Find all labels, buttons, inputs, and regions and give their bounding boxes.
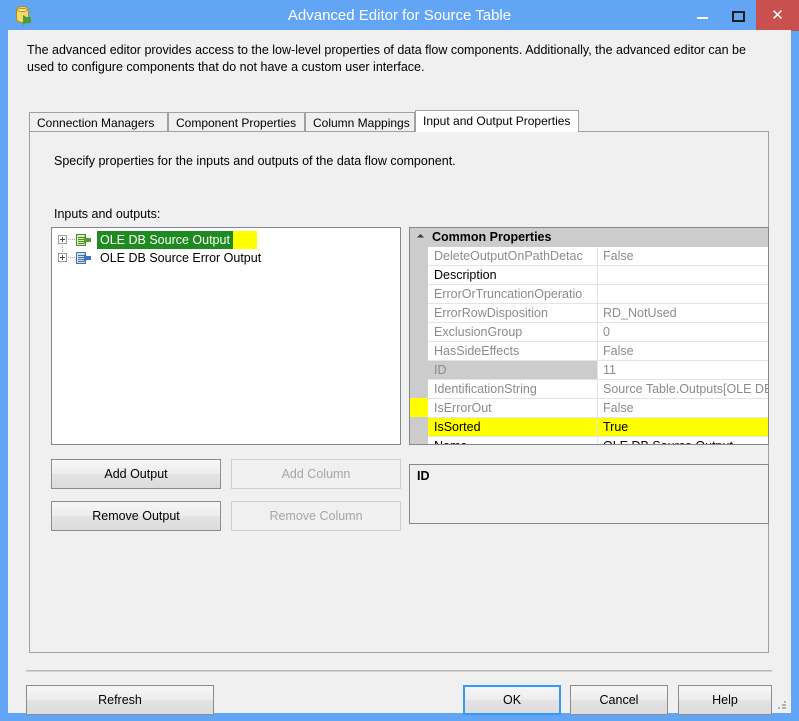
property-value[interactable] — [598, 266, 769, 284]
property-row[interactable]: DeleteOutputOnPathDetac False — [428, 247, 769, 266]
dialog-client-area: The advanced editor provides access to t… — [8, 30, 791, 713]
tree-connector-line — [68, 239, 75, 240]
property-name: HasSideEffects — [428, 342, 598, 360]
maximize-icon — [732, 11, 745, 22]
tree-vertical-line — [62, 243, 63, 253]
tab-connection-managers[interactable]: Connection Managers — [29, 112, 168, 132]
property-name: ErrorRowDisposition — [428, 304, 598, 322]
ok-button[interactable]: OK — [463, 685, 561, 715]
property-name: DeleteOutputOnPathDetac — [428, 247, 598, 265]
property-name: ExclusionGroup — [428, 323, 598, 341]
property-row[interactable]: Name OLE DB Source Output — [428, 437, 769, 445]
property-name: Name — [428, 437, 598, 445]
title-bar: Advanced Editor for Source Table ✕ — [0, 0, 799, 31]
property-value[interactable]: OLE DB Source Output — [598, 437, 769, 445]
output-green-icon — [76, 234, 93, 246]
property-value[interactable]: RD_NotUsed — [598, 304, 769, 322]
advanced-editor-window: Advanced Editor for Source Table ✕ The a… — [0, 0, 799, 721]
property-name: ID — [428, 361, 598, 379]
tab-strip: Connection Managers Component Properties… — [29, 110, 769, 132]
property-row[interactable]: IsErrorOut False — [428, 399, 769, 418]
remove-output-button[interactable]: Remove Output — [51, 501, 221, 531]
property-row[interactable]: Description — [428, 266, 769, 285]
cancel-button[interactable]: Cancel — [570, 685, 668, 715]
property-value[interactable]: 0 — [598, 323, 769, 341]
property-row[interactable]: ExclusionGroup 0 — [428, 323, 769, 342]
add-output-button[interactable]: Add Output — [51, 459, 221, 489]
intro-text: The advanced editor provides access to t… — [27, 42, 772, 76]
tab-input-and-output-properties[interactable]: Input and Output Properties — [415, 110, 579, 132]
property-grid[interactable]: Common Properties DeleteOutputOnPathDeta… — [409, 227, 769, 445]
property-name: ErrorOrTruncationOperatio — [428, 285, 598, 303]
add-column-button: Add Column — [231, 459, 401, 489]
property-value[interactable]: False — [598, 342, 769, 360]
property-value[interactable]: 11 — [598, 361, 769, 379]
tab-column-mappings[interactable]: Column Mappings — [305, 112, 415, 132]
output-blue-icon — [76, 252, 93, 264]
property-description-title: ID — [417, 469, 430, 483]
property-category-label: Common Properties — [432, 228, 551, 247]
property-row[interactable]: ErrorRowDisposition RD_NotUsed — [428, 304, 769, 323]
property-row[interactable]: HasSideEffects False — [428, 342, 769, 361]
tab-component-properties[interactable]: Component Properties — [168, 112, 305, 132]
minimize-icon — [697, 17, 708, 19]
tree-connector-line — [68, 257, 75, 258]
property-category-header[interactable]: Common Properties — [410, 228, 768, 247]
property-name: IsSorted — [428, 418, 598, 436]
property-gutter-highlight — [410, 398, 428, 417]
window-title: Advanced Editor for Source Table — [0, 0, 799, 31]
tree-node-label: OLE DB Source Output — [97, 231, 233, 249]
property-name: IdentificationString — [428, 380, 598, 398]
property-value[interactable] — [598, 285, 769, 303]
inputs-outputs-label: Inputs and outputs: — [54, 207, 160, 221]
property-value[interactable]: False — [598, 247, 769, 265]
footer-separator — [26, 670, 772, 672]
property-value[interactable]: Source Table.Outputs[OLE DB Sour — [598, 380, 769, 398]
tree-node-label: OLE DB Source Error Output — [97, 249, 264, 267]
collapse-triangle-icon[interactable] — [417, 234, 424, 241]
resize-grip-icon[interactable] — [777, 700, 787, 710]
close-icon: ✕ — [756, 0, 799, 31]
close-button[interactable]: ✕ — [756, 0, 799, 31]
property-description-panel: ID — [409, 464, 769, 524]
maximize-button[interactable] — [720, 0, 756, 31]
property-name: IsErrorOut — [428, 399, 598, 417]
property-row[interactable]: IdentificationString Source Table.Output… — [428, 380, 769, 399]
property-row[interactable]: ErrorOrTruncationOperatio — [428, 285, 769, 304]
property-row[interactable]: ID 11 — [428, 361, 769, 380]
tab-page-input-output-properties: Specify properties for the inputs and ou… — [29, 131, 769, 653]
help-button[interactable]: Help — [678, 685, 772, 715]
remove-column-button: Remove Column — [231, 501, 401, 531]
inputs-outputs-tree[interactable]: OLE DB Source Output OLE DB Source Error… — [51, 227, 401, 445]
refresh-button[interactable]: Refresh — [26, 685, 214, 715]
property-value[interactable]: True — [598, 418, 769, 436]
minimize-button[interactable] — [684, 0, 720, 31]
expand-icon[interactable] — [58, 253, 67, 262]
specify-properties-text: Specify properties for the inputs and ou… — [54, 154, 456, 168]
property-row-is-sorted[interactable]: IsSorted True — [428, 418, 769, 437]
property-name: Description — [428, 266, 598, 284]
property-value[interactable]: False — [598, 399, 769, 417]
